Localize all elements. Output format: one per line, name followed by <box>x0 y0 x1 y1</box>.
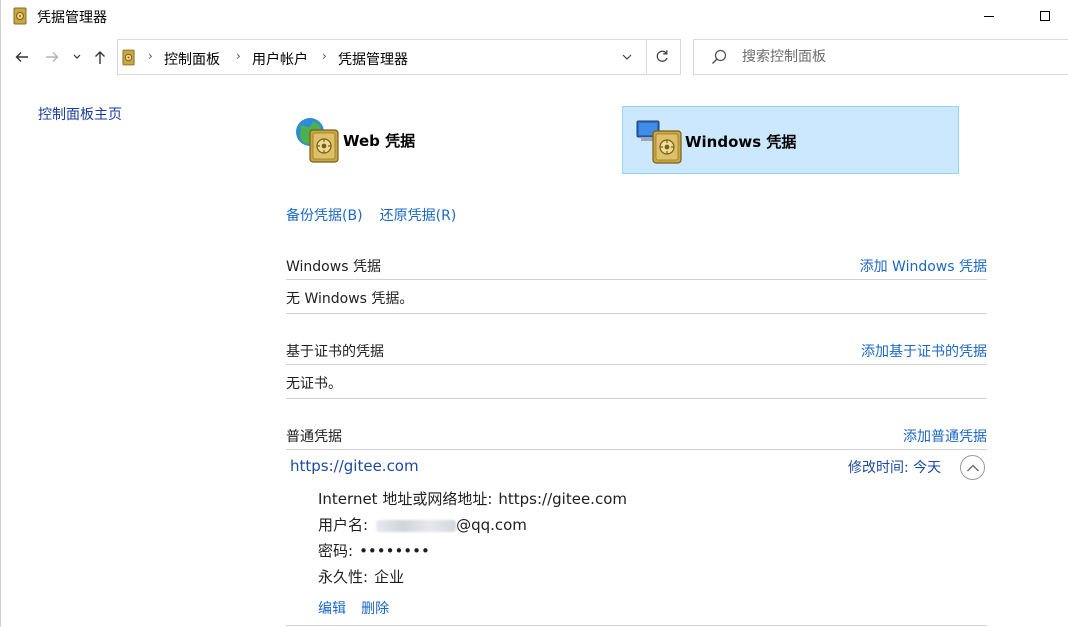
restore-credentials-link[interactable]: 还原凭据(R) <box>380 208 457 224</box>
title-bar: 凭据管理器 <box>1 0 1068 32</box>
credential-vault-icon <box>122 49 135 66</box>
persistence-label: 永久性: <box>318 568 369 586</box>
password-field: 密码: •••••••• <box>318 540 430 561</box>
maximize-button[interactable] <box>1022 0 1068 32</box>
address-divider <box>646 40 647 74</box>
breadcrumb-credential-manager[interactable]: 凭据管理器 <box>338 49 408 69</box>
web-credentials-label: Web 凭据 <box>343 132 416 150</box>
windows-credentials-section: Windows 凭据 添加 Windows 凭据 无 Windows 凭据。 <box>286 254 987 314</box>
credential-name[interactable]: https://gitee.com <box>290 457 419 475</box>
add-certificate-credential-link[interactable]: 添加基于证书的凭据 <box>861 341 987 361</box>
generic-credentials-section: 普通凭据 添加普通凭据 <box>286 424 987 450</box>
breadcrumb-separator-icon[interactable]: › <box>322 49 327 63</box>
empty-message: 无证书。 <box>286 376 342 392</box>
search-input[interactable] <box>742 47 1042 67</box>
section-header: Windows 凭据 添加 Windows 凭据 <box>286 254 987 280</box>
refresh-icon <box>656 50 668 62</box>
section-body: 无证书。 <box>286 365 987 399</box>
maximize-icon <box>1040 11 1050 21</box>
delete-credential-link[interactable]: 删除 <box>361 601 389 617</box>
redacted-username <box>376 519 457 532</box>
credential-modified[interactable]: 修改时间: 今天 <box>848 457 941 477</box>
section-body: 无 Windows 凭据。 <box>286 280 987 314</box>
empty-message: 无 Windows 凭据。 <box>286 291 414 307</box>
section-title: 基于证书的凭据 <box>286 344 384 360</box>
username-field: 用户名: @qq.com <box>318 514 527 535</box>
arrow-up-icon <box>95 51 105 64</box>
add-windows-credential-link[interactable]: 添加 Windows 凭据 <box>860 256 987 276</box>
breadcrumb-user-accounts[interactable]: 用户帐户 <box>252 49 308 69</box>
edit-credential-link[interactable]: 编辑 <box>318 601 346 617</box>
breadcrumb-control-panel[interactable]: 控制面板 <box>164 49 220 69</box>
address-bar[interactable]: › 控制面板 › 用户帐户 › 凭据管理器 <box>117 39 681 75</box>
username-label: 用户名: <box>318 516 369 534</box>
section-title: 普通凭据 <box>286 429 342 445</box>
forward-button[interactable] <box>43 48 61 66</box>
address-field: Internet 地址或网络地址: https://gitee.com <box>318 488 627 509</box>
arrow-right-icon <box>46 52 59 62</box>
address-label: Internet 地址或网络地址: <box>318 490 493 508</box>
breadcrumb-separator-icon[interactable]: › <box>236 49 241 63</box>
section-header: 基于证书的凭据 添加基于证书的凭据 <box>286 339 987 365</box>
credential-item: https://gitee.com 修改时间: 今天 Internet 地址或网… <box>286 451 987 626</box>
credential-manager-window: 凭据管理器 › 控制面板 › 用户帐户 › 凭据管理器 搜索控制面板 控制面板主… <box>0 0 1068 627</box>
up-button[interactable] <box>91 48 109 66</box>
certificate-credentials-section: 基于证书的凭据 添加基于证书的凭据 无证书。 <box>286 339 987 399</box>
address-value: https://gitee.com <box>498 490 627 508</box>
credential-vault-icon <box>13 7 27 25</box>
windows-credentials-tile[interactable]: Windows 凭据 <box>622 106 959 174</box>
windows-credential-vault-icon <box>636 120 682 164</box>
password-value: •••••••• <box>359 542 430 560</box>
window-title: 凭据管理器 <box>37 10 107 26</box>
refresh-button[interactable] <box>654 47 670 69</box>
section-title: Windows 凭据 <box>286 259 381 275</box>
arrow-left-icon <box>15 52 28 62</box>
collapse-button[interactable] <box>960 455 985 480</box>
back-button[interactable] <box>13 48 31 66</box>
chevron-up-icon <box>967 464 979 472</box>
credential-actions: 编辑 删除 <box>318 598 399 618</box>
web-credential-vault-icon <box>296 118 339 163</box>
persistence-value: 企业 <box>374 568 405 586</box>
persistence-field: 永久性: 企业 <box>318 566 404 587</box>
web-credentials-tile[interactable]: Web 凭据 <box>286 106 623 174</box>
section-header: 普通凭据 添加普通凭据 <box>286 424 987 450</box>
password-label: 密码: <box>318 542 354 560</box>
chevron-down-icon <box>622 54 632 60</box>
breadcrumb-separator-icon[interactable]: › <box>148 49 153 63</box>
search-icon <box>711 49 727 65</box>
control-panel-home-link[interactable]: 控制面板主页 <box>38 104 122 124</box>
search-box[interactable] <box>693 39 1068 75</box>
chevron-down-icon <box>73 54 81 59</box>
username-suffix: @qq.com <box>456 516 527 534</box>
windows-credentials-label: Windows 凭据 <box>685 133 797 151</box>
minimize-icon <box>984 15 994 17</box>
address-dropdown-button[interactable] <box>620 48 634 69</box>
add-generic-credential-link[interactable]: 添加普通凭据 <box>903 426 987 446</box>
navigation-bar: › 控制面板 › 用户帐户 › 凭据管理器 <box>1 38 1068 76</box>
backup-credentials-link[interactable]: 备份凭据(B) <box>286 208 363 224</box>
recent-locations-button[interactable] <box>68 48 86 66</box>
minimize-button[interactable] <box>966 0 1012 32</box>
backup-restore-links: 备份凭据(B) 还原凭据(R) <box>286 205 468 225</box>
